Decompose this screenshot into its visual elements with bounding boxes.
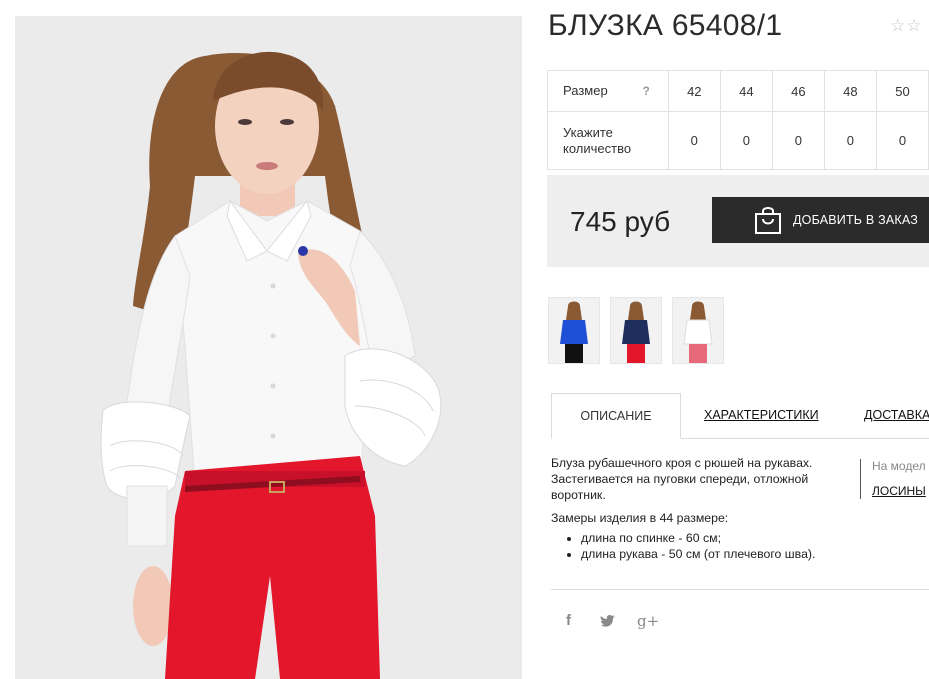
pants-link[interactable]: ЛОСИНЫ xyxy=(872,484,926,498)
size-label: Размер xyxy=(563,83,608,98)
list-item: длина по спинке - 60 см; xyxy=(581,530,841,546)
thumbnail-navy[interactable] xyxy=(610,297,662,364)
quantity-input-44[interactable]: 0 xyxy=(719,111,773,170)
product-main-image[interactable] xyxy=(15,16,522,679)
thumbnail-blue-image xyxy=(560,301,588,363)
list-item: длина рукава - 50 см (от плечевого шва). xyxy=(581,546,841,562)
divider xyxy=(551,589,929,590)
on-model-label: На модел xyxy=(872,459,926,473)
size-44: 44 xyxy=(719,70,773,112)
size-help-icon[interactable]: ? xyxy=(642,83,649,99)
thumbnail-navy-image xyxy=(622,301,650,363)
thumbnail-blue[interactable] xyxy=(548,297,600,364)
measure-list: длина по спинке - 60 см; длина рукава - … xyxy=(551,530,841,562)
price-box: 745 руб ДОБАВИТЬ В ЗАКАЗ xyxy=(547,175,929,267)
twitter-icon[interactable] xyxy=(600,614,616,632)
quantity-input-50[interactable]: 0 xyxy=(875,111,929,170)
product-title: БЛУЗКА 65408/1 xyxy=(548,9,783,42)
size-row: Размер ? 42 44 46 48 50 xyxy=(547,70,929,112)
model-wears-note: На модел ЛОСИНЫ xyxy=(860,459,929,499)
quantity-row: Укажите количество 0 0 0 0 0 xyxy=(547,111,929,170)
size-46: 46 xyxy=(771,70,825,112)
rating-stars[interactable]: ☆☆ xyxy=(890,16,922,36)
description-text: Блуза рубашечного кроя с рюшей на рукава… xyxy=(551,456,813,502)
facebook-icon[interactable]: f xyxy=(566,612,571,629)
quantity-input-46[interactable]: 0 xyxy=(771,111,825,170)
quantity-label: Укажите количество xyxy=(547,111,669,170)
quantity-input-48[interactable]: 0 xyxy=(823,111,877,170)
product-tabs: ОПИСАНИЕ ХАРАКТЕРИСТИКИ ДОСТАВКА xyxy=(551,393,929,439)
product-description: Блуза рубашечного кроя с рюшей на рукава… xyxy=(551,455,841,562)
add-to-order-label: ДОБАВИТЬ В ЗАКАЗ xyxy=(793,213,919,227)
thumbnail-white[interactable] xyxy=(672,297,724,364)
add-to-order-button[interactable]: ДОБАВИТЬ В ЗАКАЗ xyxy=(712,197,929,243)
shopping-bag-icon xyxy=(754,205,782,238)
size-quantity-table: Размер ? 42 44 46 48 50 Укажите количест… xyxy=(547,70,929,170)
tab-characteristics[interactable]: ХАРАКТЕРИСТИКИ xyxy=(704,393,819,437)
measure-intro: Замеры изделия в 44 размере: xyxy=(551,511,729,525)
size-42: 42 xyxy=(667,70,721,112)
quantity-input-42[interactable]: 0 xyxy=(667,111,721,170)
model-photo-illustration xyxy=(15,16,522,679)
google-plus-icon[interactable]: g+ xyxy=(637,612,659,630)
product-price: 745 руб xyxy=(570,206,671,237)
tab-delivery[interactable]: ДОСТАВКА xyxy=(864,393,929,437)
thumbnail-white-image xyxy=(683,301,713,363)
size-48: 48 xyxy=(823,70,877,112)
tab-description[interactable]: ОПИСАНИЕ xyxy=(551,393,681,439)
size-50: 50 xyxy=(875,70,929,112)
size-label-cell: Размер ? xyxy=(547,70,669,112)
